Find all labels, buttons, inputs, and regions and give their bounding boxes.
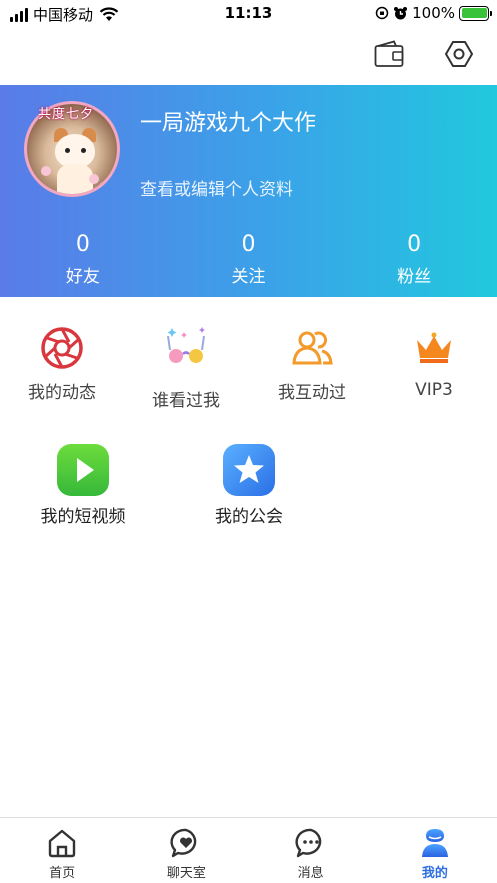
tab-bar: 首页 聊天室 消息 我的 [0,817,497,883]
hexagon-settings-icon [444,41,474,67]
avatar-badge: 共度七夕 [38,107,95,122]
profile-stats: 0 好友 0 关注 0 粉丝 [0,230,497,294]
stat-value: 0 [75,232,90,257]
profile-icon [421,829,448,857]
profile-nickname: 一局游戏九个大作 [140,111,317,136]
home-icon [48,829,76,858]
wallet-button[interactable] [373,38,405,70]
stat-friends[interactable]: 0 好友 [0,230,166,294]
feature-label: VIP3 [415,380,453,400]
stat-label: 关注 [231,267,266,287]
feature-interacted[interactable]: 我互动过 [270,320,354,403]
stat-value: 0 [241,232,256,257]
edit-profile-link[interactable]: 查看或编辑个人资料 [140,175,293,200]
stat-label: 粉丝 [397,267,432,287]
chat-heart-icon [170,828,197,858]
crown-icon [417,332,451,363]
stat-following[interactable]: 0 关注 [166,230,332,294]
top-actions [373,38,475,70]
stat-label: 好友 [65,267,100,287]
users-icon [292,331,333,365]
feature-label: 我的动态 [28,383,96,403]
feature-label: 谁看过我 [152,391,220,411]
status-right: 100% [375,4,492,22]
battery-icon [459,5,492,21]
stat-fans[interactable]: 0 粉丝 [331,230,497,294]
tab-home[interactable]: 首页 [0,818,124,883]
feature-label: 我互动过 [278,383,346,403]
battery-percent: 100% [412,4,455,22]
feature-who-viewed-me[interactable]: 谁看过我 [146,320,226,411]
stat-value: 0 [407,232,422,257]
feature-label: 我的短视频 [40,507,126,527]
glasses-icon [167,327,205,363]
tab-label: 聊天室 [166,866,206,881]
wallet-icon [374,40,404,67]
message-icon [295,828,321,858]
status-bar: 中国移动 11:13 100% [0,0,497,30]
tab-messages[interactable]: 消息 [249,818,373,883]
feature-vip[interactable]: VIP3 [394,320,474,400]
feature-my-guild[interactable]: 我的公会 [199,442,299,527]
orientation-lock-icon [375,6,389,20]
settings-button[interactable] [443,38,475,70]
tab-label: 消息 [297,866,324,881]
tab-mine[interactable]: 我的 [373,818,497,883]
feature-short-videos[interactable]: 我的短视频 [33,442,133,527]
aperture-icon [41,327,83,369]
alarm-icon [394,6,408,19]
tab-label: 我的 [421,866,448,881]
feature-label: 我的公会 [215,507,283,527]
star-icon [223,444,275,496]
tab-chatroom[interactable]: 聊天室 [124,818,248,883]
play-icon [57,444,109,496]
feature-my-posts[interactable]: 我的动态 [22,320,102,403]
tab-label: 首页 [49,866,76,881]
